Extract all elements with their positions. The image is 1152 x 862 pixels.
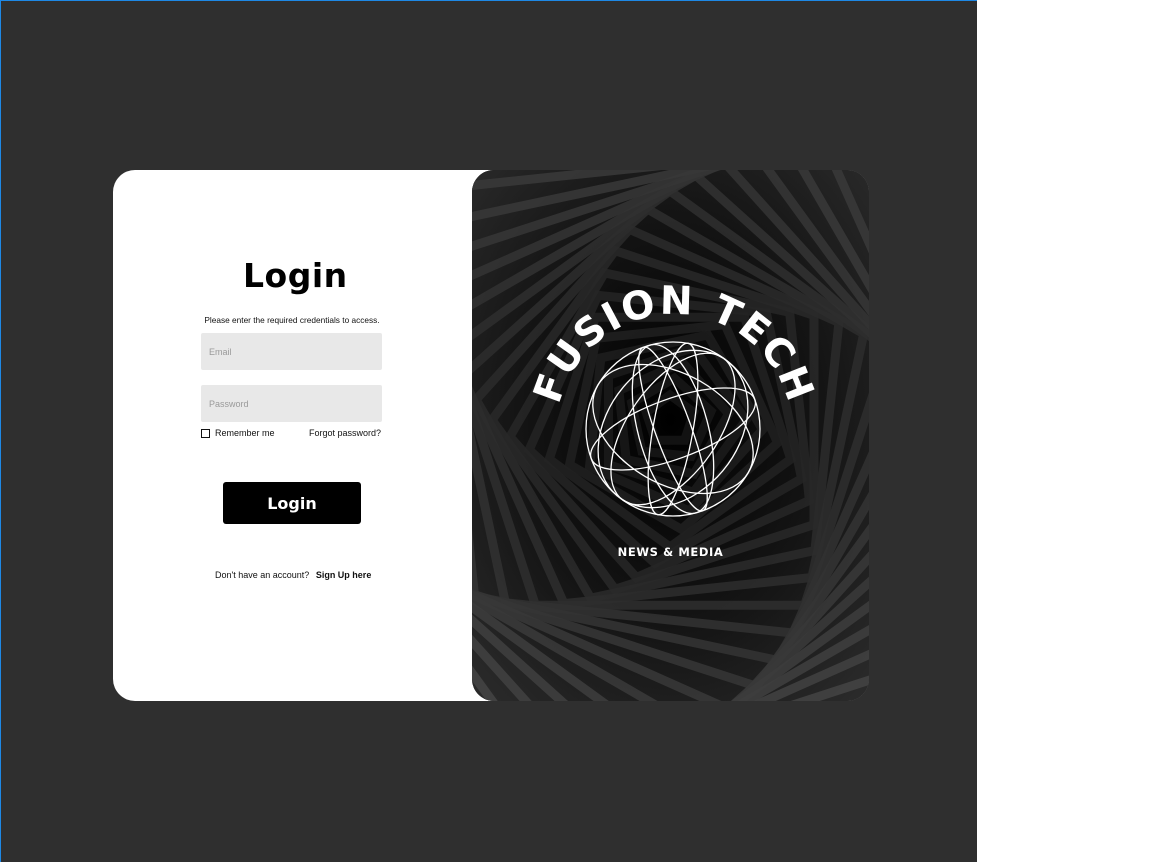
signup-link[interactable]: Sign Up here: [316, 570, 372, 580]
brand-hero-image: FUSION TECH NEWS & MEDIA: [472, 170, 869, 701]
signup-prompt: Don't have an account?: [215, 570, 310, 580]
login-card: Login Please enter the required credenti…: [113, 170, 869, 701]
login-title: Login: [243, 256, 348, 295]
email-field[interactable]: [201, 333, 382, 370]
signup-row: Don't have an account? Sign Up here: [215, 570, 371, 580]
remember-me-checkbox[interactable]: Remember me: [201, 428, 275, 438]
forgot-password-link[interactable]: Forgot password?: [309, 428, 381, 438]
canvas-backdrop: Login Please enter the required credenti…: [0, 0, 977, 862]
login-button[interactable]: Login: [223, 482, 361, 524]
brand-tagline: NEWS & MEDIA: [617, 545, 724, 559]
checkbox-icon[interactable]: [201, 428, 210, 438]
password-field[interactable]: [201, 385, 382, 422]
remember-me-label: Remember me: [215, 428, 275, 438]
spiral-background: FUSION TECH: [472, 170, 869, 701]
login-subtitle: Please enter the required credentials to…: [204, 315, 380, 325]
